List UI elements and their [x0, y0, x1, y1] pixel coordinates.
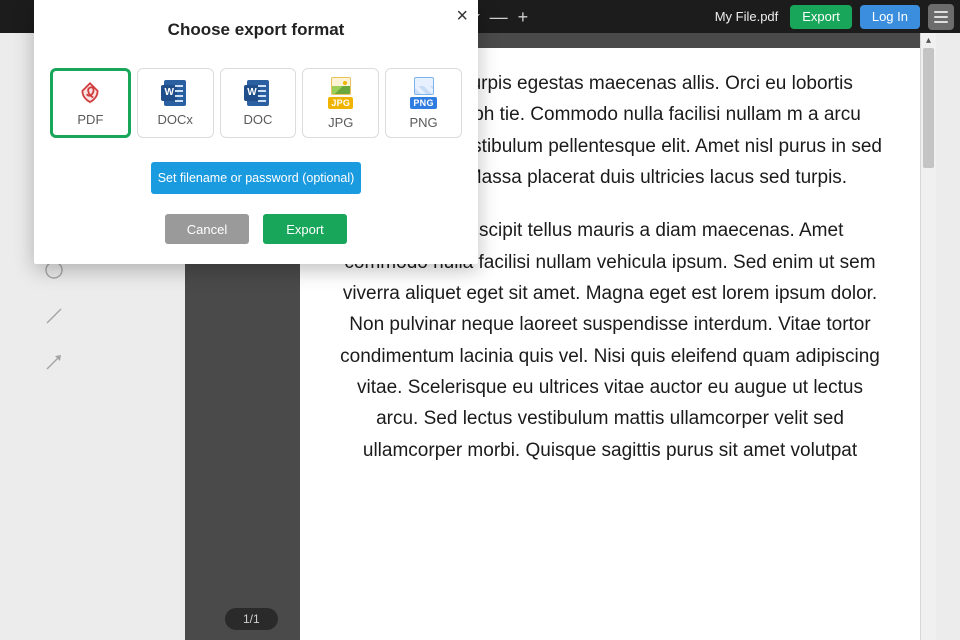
scrollbar-thumb[interactable]: [923, 48, 934, 168]
export-modal: × Choose export format PDF DOCx DOC JPG …: [34, 0, 478, 264]
format-jpg[interactable]: JPG JPG: [302, 68, 379, 138]
jpg-icon: JPG: [328, 77, 353, 109]
format-label: PNG: [410, 115, 438, 130]
close-icon[interactable]: ×: [456, 6, 468, 26]
login-button[interactable]: Log In: [860, 5, 920, 29]
format-label: DOCx: [158, 112, 193, 127]
word-icon: [164, 80, 186, 106]
format-label: PDF: [77, 112, 103, 127]
menu-button[interactable]: [928, 4, 954, 30]
side-toolbar: [44, 260, 64, 372]
export-button[interactable]: Export: [790, 5, 852, 29]
page-indicator: 1/1: [225, 608, 278, 630]
set-filename-password-button[interactable]: Set filename or password (optional): [151, 162, 361, 194]
format-label: DOC: [244, 112, 273, 127]
png-icon: PNG: [410, 77, 436, 109]
format-pdf[interactable]: PDF: [50, 68, 131, 138]
word-icon: [247, 80, 269, 106]
format-label: JPG: [328, 115, 353, 130]
cancel-button[interactable]: Cancel: [165, 214, 249, 244]
arrow-tool-icon[interactable]: [44, 352, 64, 372]
format-png[interactable]: PNG PNG: [385, 68, 462, 138]
file-name: My File.pdf: [715, 9, 779, 24]
zoom-in-button[interactable]: +: [518, 8, 529, 26]
modal-title: Choose export format: [46, 20, 466, 40]
vertical-scrollbar[interactable]: ▴: [920, 33, 936, 640]
format-doc[interactable]: DOC: [220, 68, 297, 138]
modal-export-button[interactable]: Export: [263, 214, 347, 244]
format-docx[interactable]: DOCx: [137, 68, 214, 138]
modal-actions: Cancel Export: [46, 214, 466, 244]
pdf-icon: [77, 80, 103, 106]
format-row: PDF DOCx DOC JPG JPG PNG: [50, 68, 462, 138]
zoom-out-button[interactable]: —: [490, 8, 508, 26]
scroll-up-icon[interactable]: ▴: [921, 33, 936, 48]
line-tool-icon[interactable]: [44, 306, 64, 326]
